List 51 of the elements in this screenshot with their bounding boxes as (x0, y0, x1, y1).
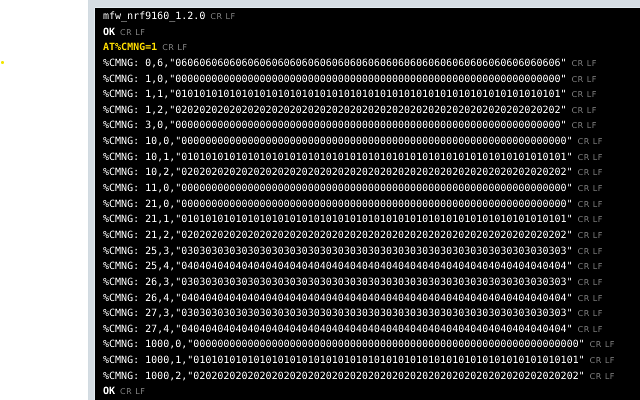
line-ending-label: CR LF (578, 136, 603, 148)
response-line: %CMNG: 3,0,"0000000000000000000000000000000000000000000000000000000000000000" (103, 119, 567, 134)
line-ending-label: CR LF (578, 324, 603, 336)
response-line: %CMNG: 1000,1,"0101010101010101010101010101010101010101010101010101010101010101" (103, 354, 585, 368)
response-line: %CMNG: 25,4,"0404040404040404040404040404040404040404040404040404040404040404" (103, 260, 573, 274)
response-line: %CMNG: 1,1,"0101010101010101010101010101010101010101010101010101010101010101" (103, 88, 567, 102)
response-line: %CMNG: 10,1,"0101010101010101010101010101010101010101010101010101010101010101" (103, 150, 573, 165)
response-line: %CMNG: 0,6,"0606060606060606060606060606060606060606060606060606060606060606" (103, 56, 567, 71)
response-line: %CMNG: 26,3,"0303030303030303030303030303030303030303030303030303030303030303" (103, 276, 573, 290)
response-line: %CMNG: 10,2,"0202020202020202020202020202020202020202020202020202020202020202" (103, 166, 573, 180)
line-ending-label: CR LF (162, 42, 188, 54)
line-ending-label: CR LF (572, 58, 597, 70)
response-line: %CMNG: 21,0,"0000000000000000000000000000000000000000000000000000000000000000" (103, 198, 573, 212)
response-line: mfw_nrf9160_1.2.0 (103, 10, 206, 24)
response-line: %CMNG: 26,4,"0404040404040404040404040404040404040404040404040404040404040404" (103, 292, 573, 306)
line-ending-label: CR LF (210, 11, 236, 23)
line-ending-label: CR LF (572, 74, 597, 86)
line-ending-label: CR LF (578, 308, 603, 320)
line-ending-label: CR LF (578, 198, 603, 211)
line-ending-label: CR LF (572, 104, 597, 117)
response-line: %CMNG: 1,0,"0000000000000000000000000000000000000000000000000000000000000000" (103, 72, 567, 87)
line-ending-label: CR LF (120, 26, 146, 39)
response-line: %CMNG: 11,0,"0000000000000000000000000000000000000000000000000000000000000000" (103, 182, 573, 196)
line-ending-label: CR LF (578, 261, 603, 274)
line-ending-label: CR LF (120, 386, 146, 398)
line-ending-label: CR LF (572, 89, 597, 102)
line-ending-label: CR LF (578, 230, 603, 242)
line-ending-label: CR LF (578, 276, 603, 289)
line-ending-label: CR LF (578, 167, 603, 180)
line-ending-label: CR LF (590, 370, 615, 383)
line-ending-label: CR LF (578, 292, 603, 305)
line-ending-label: CR LF (590, 355, 615, 368)
response-line: %CMNG: 1000,2,"0202020202020202020202020202020202020202020202020202020202020202" (103, 370, 585, 384)
response-line: %CMNG: 1000,0,"0000000000000000000000000000000000000000000000000000000000000000" (103, 338, 585, 352)
dot-icon (1, 61, 4, 64)
response-line: %CMNG: 27,4,"0404040404040404040404040404040404040404040404040404040404040404" (103, 322, 573, 337)
line-ending-label: CR LF (578, 246, 603, 258)
response-line: %CMNG: 27,3,"0303030303030303030303030303030303030303030303030303030303030303" (103, 307, 573, 322)
response-line: %CMNG: 21,2,"0202020202020202020202020202020202020202020202020202020202020202" (103, 228, 573, 243)
response-line: %CMNG: 1,2,"0202020202020202020202020202020202020202020202020202020202020202" (103, 104, 567, 118)
response-line: OK (103, 26, 116, 40)
response-line: %CMNG: 21,1,"0101010101010101010101010101010101010101010101010101010101010101" (103, 213, 573, 228)
line-ending-label: CR LF (590, 339, 615, 352)
line-ending-label: CR LF (578, 183, 603, 196)
response-line: %CMNG: 25,3,"0303030303030303030303030303030303030303030303030303030303030303" (103, 244, 573, 259)
response-line: OK (103, 385, 116, 400)
line-ending-label: CR LF (578, 152, 603, 164)
line-ending-label: CR LF (572, 120, 597, 132)
line-ending-label: CR LF (578, 214, 603, 226)
command-line: AT%CMNG=1 (103, 41, 158, 56)
response-line: %CMNG: 10,0,"0000000000000000000000000000000000000000000000000000000000000000" (103, 135, 573, 150)
